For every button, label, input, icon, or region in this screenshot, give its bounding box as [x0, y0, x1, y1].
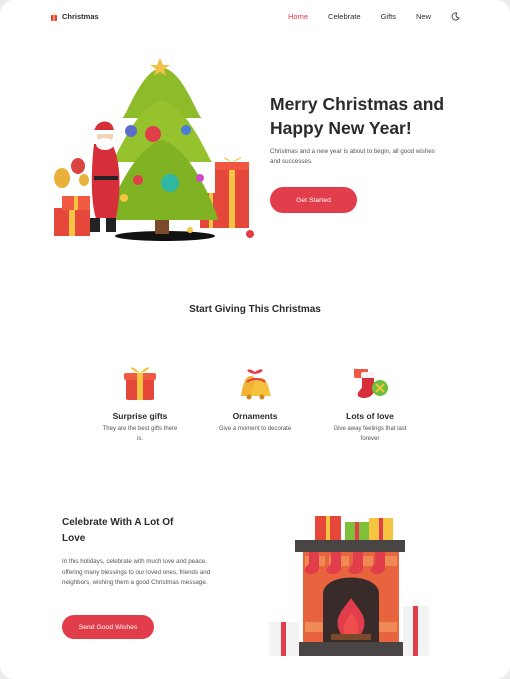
nav-link-celebrate[interactable]: Celebrate	[328, 12, 361, 21]
christmas-logo-icon	[51, 12, 57, 21]
fireplace-illustration	[269, 516, 429, 656]
moon-icon[interactable]	[451, 11, 460, 21]
send-good-wishes-button[interactable]: Send Good Wishes	[62, 615, 154, 639]
hero-description: Christmas and a new year is about to beg…	[270, 148, 435, 165]
christmas-tree-santa-illustration	[54, 58, 254, 241]
nav-link-gifts[interactable]: Gifts	[381, 12, 396, 21]
love-section-title: Celebrate With A Lot Of Love	[62, 517, 174, 544]
card-lots-of-love: Lots of love Give away feelings that las…	[315, 362, 425, 444]
bells-icon	[241, 369, 271, 400]
card-description: Give away feelings that last forever	[333, 426, 407, 442]
card-title: Ornaments	[232, 411, 278, 421]
giving-section-title: Start Giving This Christmas	[189, 304, 321, 315]
card-description: Give a moment to decorate	[218, 426, 292, 432]
top-nav: Christmas Home Celebrate Gifts New	[0, 0, 510, 32]
nav-links: Home Celebrate Gifts New	[288, 12, 460, 21]
get-started-button[interactable]: Get Started	[270, 187, 357, 213]
page: Christmas Home Celebrate Gifts New Merry…	[0, 0, 510, 679]
nav-link-home[interactable]: Home	[288, 12, 308, 21]
card-title: Lots of love	[346, 411, 394, 421]
stocking-icon	[354, 364, 388, 398]
brand-name: Christmas	[62, 11, 99, 21]
love-description: In this holidays, celebrate with much lo…	[62, 558, 211, 586]
hero-title: Merry Christmas and Happy New Year!	[270, 94, 445, 138]
brand[interactable]: Christmas	[50, 12, 99, 21]
card-ornaments: Ornaments Give a moment to decorate	[200, 362, 310, 435]
gift-box-icon	[124, 367, 156, 400]
nav-link-new[interactable]: New	[416, 12, 431, 21]
card-surprise-gifts: Surprise gifts They are the best gifts t…	[85, 362, 195, 444]
card-title: Surprise gifts	[112, 411, 168, 421]
card-description: They are the best gifts there is.	[102, 426, 178, 442]
